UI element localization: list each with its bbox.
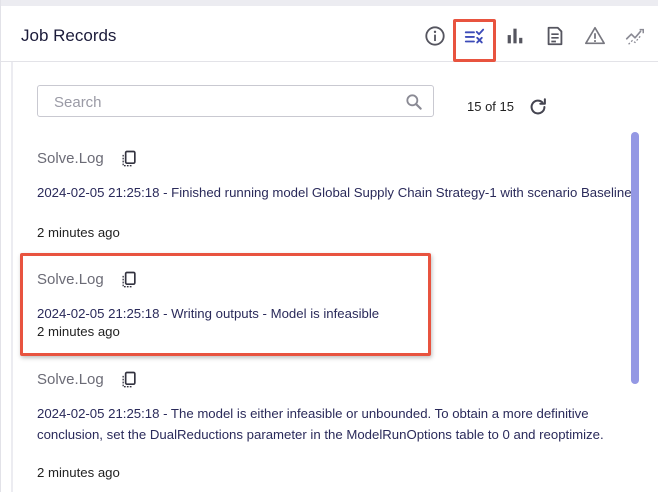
search-icon[interactable] [404, 92, 424, 112]
refresh-icon[interactable] [527, 96, 549, 118]
document-icon[interactable] [542, 23, 568, 49]
search-input[interactable] [54, 92, 394, 112]
scrollbar-thumb[interactable] [631, 132, 639, 384]
panel-header: Job Records [1, 6, 658, 62]
bar-chart-icon[interactable] [502, 23, 528, 49]
record-name: Solve.Log [37, 371, 104, 388]
record-message: 2024-02-05 21:25:18 - Finished running m… [37, 185, 632, 200]
active-icon-highlight [453, 19, 496, 62]
record-highlight [20, 253, 431, 356]
record-message: 2024-02-05 21:25:18 - The model is eithe… [37, 406, 604, 442]
page-title: Job Records [21, 26, 117, 45]
copy-icon[interactable] [119, 148, 139, 170]
copy-icon[interactable] [119, 369, 139, 391]
list-item: Solve.Log 2024-02-05 21:25:18 - Finished… [37, 148, 632, 250]
record-name: Solve.Log [37, 150, 104, 167]
search-box[interactable] [37, 85, 434, 117]
record-count: 15 of 15 [467, 99, 514, 114]
job-records-panel: Job Records 15 of 15 [0, 0, 658, 492]
record-time: 2 minutes ago [37, 465, 120, 480]
warning-icon[interactable] [582, 23, 608, 49]
trend-icon[interactable] [622, 23, 648, 49]
info-icon[interactable] [422, 23, 448, 49]
left-rail [11, 62, 13, 492]
record-time: 2 minutes ago [37, 225, 120, 240]
list-item: Solve.Log 2024-02-05 21:25:18 - The mode… [37, 371, 627, 492]
